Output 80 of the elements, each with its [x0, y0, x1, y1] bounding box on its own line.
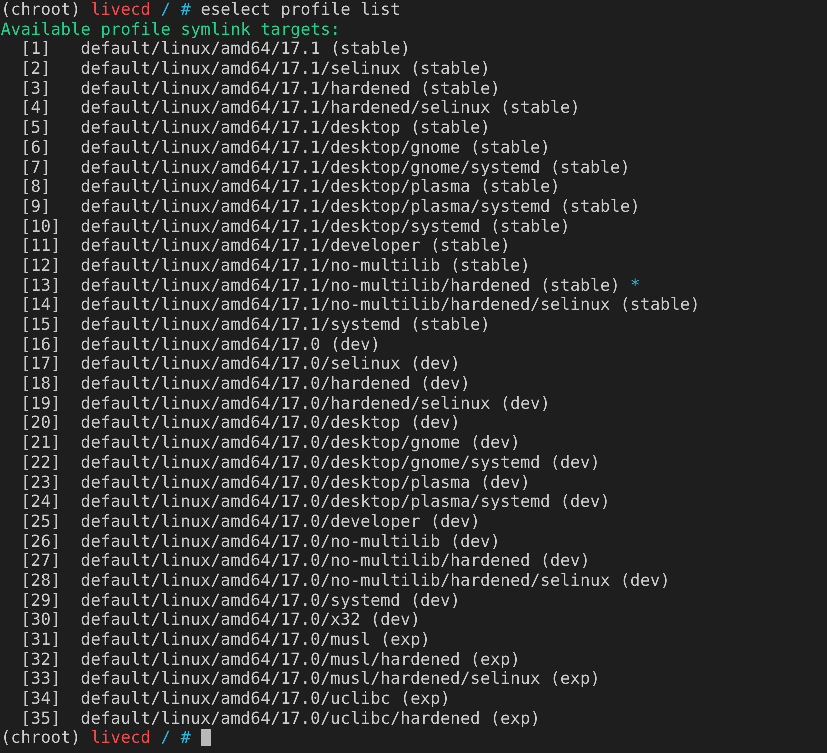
selected-marker: *	[630, 276, 640, 296]
prompt-host: livecd	[90, 728, 151, 748]
profile-index: [33]	[20, 669, 62, 690]
profile-index: [14]	[20, 295, 62, 315]
profile-index: [9]	[20, 196, 52, 217]
profile-index: [19]	[20, 394, 62, 414]
profile-target: default/linux/amd64/17.0/hardened/selinux (dev)	[80, 394, 550, 414]
prompt-env: (chroot)	[1, 0, 81, 20]
profile-target: default/linux/amd64/17.1/hardened/selinux (stable)	[80, 98, 580, 118]
profile-target: default/linux/amd64/17.0/uclibc/hardened (exp)	[80, 708, 540, 728]
cursor	[200, 729, 211, 746]
profile-target: default/linux/amd64/17.1/no-multilib/hardened (stable)	[80, 276, 620, 296]
profile-index: [10]	[20, 216, 62, 236]
profile-target: default/linux/amd64/17.0/no-multilib/hardened (dev)	[80, 551, 590, 571]
profile-target: default/linux/amd64/17.0/musl/hardened/selinux (exp)	[80, 669, 600, 690]
profile-target: default/linux/amd64/17.1/desktop (stable)	[80, 118, 490, 138]
profile-target: default/linux/amd64/17.1 (stable)	[80, 39, 411, 60]
profile-target: default/linux/amd64/17.0/desktop/plasma/systemd (dev)	[80, 492, 610, 512]
profile-target: default/linux/amd64/17.0/hardened (dev)	[80, 374, 471, 394]
profile-index: [25]	[20, 512, 62, 532]
profile-index: [20]	[20, 413, 62, 434]
output-heading: Available profile symlink targets:	[1, 20, 341, 40]
profile-target: default/linux/amd64/17.0/no-multilib/hardened/selinux (dev)	[80, 570, 670, 591]
profile-target: default/linux/amd64/17.0/uclibc (exp)	[80, 689, 451, 709]
profile-target: default/linux/amd64/17.0/x32 (dev)	[80, 610, 421, 630]
profile-index: [29]	[20, 590, 62, 610]
profile-index: [30]	[20, 610, 62, 630]
command-text: eselect profile list	[200, 0, 401, 20]
profile-target: default/linux/amd64/17.1/no-multilib (stable)	[80, 256, 530, 276]
profile-index: [1]	[20, 39, 52, 60]
profile-target: default/linux/amd64/17.1/no-multilib/hardened/selinux (stable)	[80, 295, 700, 315]
profile-target: default/linux/amd64/17.1/desktop/plasma (stable)	[80, 177, 560, 197]
profile-target: default/linux/amd64/17.0/selinux (dev)	[80, 354, 461, 374]
profile-target: default/linux/amd64/17.0/desktop (dev)	[80, 413, 461, 434]
prompt-path: / #	[160, 0, 191, 20]
profile-index: [2]	[20, 59, 52, 79]
profile-index: [7]	[20, 158, 52, 178]
profile-target: default/linux/amd64/17.1/selinux (stable)	[80, 59, 490, 79]
profile-target: default/linux/amd64/17.0/musl (exp)	[80, 630, 431, 650]
profile-index: [27]	[20, 551, 62, 571]
profile-index: [18]	[20, 374, 62, 394]
profile-target: default/linux/amd64/17.1/desktop/plasma/systemd (stable)	[80, 196, 640, 217]
prompt-env: (chroot)	[1, 728, 81, 748]
prompt-host: livecd	[90, 0, 151, 20]
profile-target: default/linux/amd64/17.1/developer (stable)	[80, 236, 510, 256]
profile-index: [5]	[20, 118, 52, 138]
profile-target: default/linux/amd64/17.0/desktop/plasma (dev)	[80, 472, 530, 492]
profile-index: [17]	[20, 354, 62, 374]
profile-target: default/linux/amd64/17.1/hardened (stable)	[80, 78, 500, 98]
profile-index: [15]	[20, 315, 62, 335]
profile-index: [35]	[20, 708, 62, 728]
prompt-path: / #	[160, 728, 191, 748]
profile-target: default/linux/amd64/17.0/desktop/gnome (dev)	[80, 433, 520, 453]
profile-index: [21]	[20, 433, 62, 453]
profile-index: [32]	[20, 650, 62, 670]
profile-target: default/linux/amd64/17.0/systemd (dev)	[80, 590, 461, 610]
profile-target: default/linux/amd64/17.1/desktop/gnome/systemd (stable)	[80, 158, 630, 178]
profile-index: [3]	[20, 78, 52, 98]
profile-index: [4]	[20, 98, 52, 118]
profile-index: [11]	[20, 236, 62, 256]
profile-target: default/linux/amd64/17.0/developer (dev)	[80, 512, 481, 532]
profile-index: [8]	[20, 177, 52, 197]
profile-target: default/linux/amd64/17.1/desktop/systemd (stable)	[80, 216, 570, 236]
profile-index: [22]	[20, 452, 62, 472]
profile-target: default/linux/amd64/17.1/desktop/gnome (stable)	[80, 138, 550, 158]
profile-index: [31]	[20, 630, 62, 650]
profile-target: default/linux/amd64/17.0 (dev)	[80, 334, 381, 354]
profile-target: default/linux/amd64/17.0/desktop/gnome/systemd (dev)	[80, 452, 600, 472]
profile-target: default/linux/amd64/17.1/systemd (stable)	[80, 315, 490, 335]
profile-target: default/linux/amd64/17.0/musl/hardened (exp)	[80, 650, 520, 670]
profile-index: [34]	[20, 689, 62, 709]
profile-index: [28]	[20, 570, 62, 591]
profile-index: [6]	[20, 138, 52, 158]
profile-index: [12]	[20, 256, 62, 276]
profile-index: [16]	[20, 334, 62, 354]
profile-index: [24]	[20, 492, 62, 512]
profile-target: default/linux/amd64/17.0/no-multilib (dev)	[80, 532, 500, 552]
profile-index: [13]	[20, 276, 62, 296]
profile-index: [23]	[20, 472, 62, 492]
profile-index: [26]	[20, 532, 62, 552]
